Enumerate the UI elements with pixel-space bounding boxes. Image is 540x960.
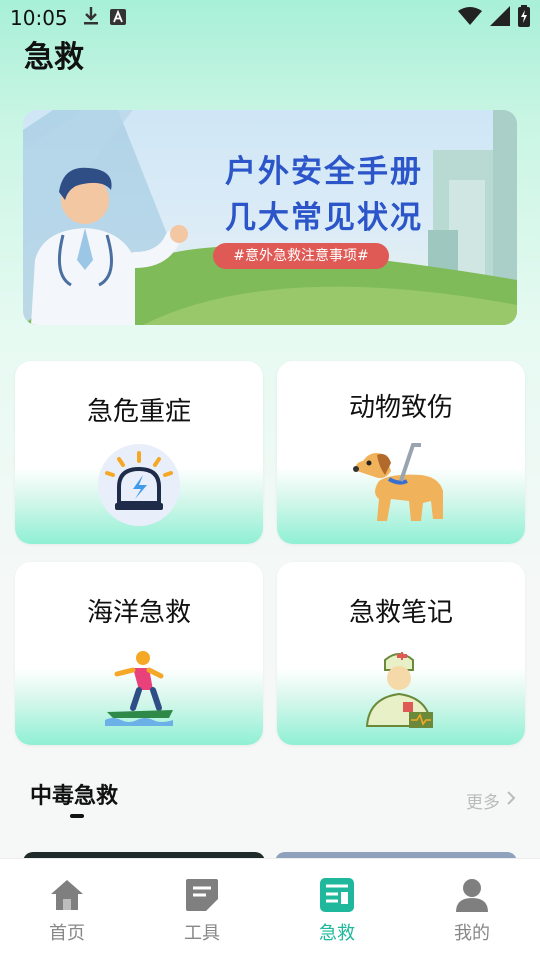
tab-label: 急救 bbox=[319, 923, 355, 944]
status-time: 10:05 bbox=[10, 6, 68, 30]
banner-title-line1: 户外安全手册 bbox=[225, 154, 423, 190]
battery-icon bbox=[518, 4, 530, 32]
card-label: 动物致伤 bbox=[348, 393, 453, 423]
tab-first-aid[interactable]: 急救 bbox=[297, 877, 377, 945]
bottom-tab-bar: 首页 工具 急救 我的 bbox=[0, 858, 540, 960]
doctor-icon bbox=[363, 646, 443, 736]
tool-icon bbox=[184, 879, 220, 917]
surfer-icon bbox=[103, 646, 179, 730]
card-critical-illness[interactable]: 急危重症 bbox=[15, 361, 263, 544]
siren-icon bbox=[97, 443, 181, 531]
tab-label: 工具 bbox=[184, 923, 220, 944]
tab-home[interactable]: 首页 bbox=[27, 877, 107, 945]
section-underline bbox=[70, 814, 84, 818]
download-icon bbox=[82, 6, 100, 31]
banner-tag: #意外急救注意事项# bbox=[213, 243, 389, 269]
a-icon bbox=[109, 6, 126, 30]
dog-icon bbox=[351, 441, 451, 529]
card-label: 急救笔记 bbox=[348, 598, 453, 628]
page-title: 急救 bbox=[24, 40, 84, 75]
tab-profile[interactable]: 我的 bbox=[432, 877, 512, 945]
section-title-poisoning: 中毒急救 bbox=[30, 784, 119, 809]
card-animal-injury[interactable]: 动物致伤 bbox=[277, 361, 525, 544]
tab-tools[interactable]: 工具 bbox=[162, 877, 242, 945]
more-link[interactable]: 更多 bbox=[466, 788, 516, 813]
tab-label: 我的 bbox=[454, 923, 490, 944]
card-first-aid-notes[interactable]: 急救笔记 bbox=[277, 562, 525, 745]
signal-icon bbox=[490, 5, 510, 31]
card-label: 急危重症 bbox=[86, 397, 191, 427]
chevron-right-icon bbox=[506, 790, 516, 811]
profile-icon bbox=[454, 879, 490, 917]
card-ocean-rescue[interactable]: 海洋急救 bbox=[15, 562, 263, 745]
wifi-icon bbox=[458, 6, 482, 30]
card-label: 海洋急救 bbox=[86, 598, 191, 628]
home-icon bbox=[49, 880, 85, 917]
more-link-label: 更多 bbox=[466, 793, 500, 813]
banner-title-line2: 几大常见状况 bbox=[225, 200, 423, 236]
tab-label: 首页 bbox=[49, 923, 85, 944]
status-right-icons bbox=[458, 4, 530, 32]
status-bar: 10:05 bbox=[0, 0, 540, 36]
firstaid-icon bbox=[319, 878, 355, 917]
banner-carousel[interactable]: 户外安全手册 几大常见状况 #意外急救注意事项# bbox=[23, 110, 517, 325]
